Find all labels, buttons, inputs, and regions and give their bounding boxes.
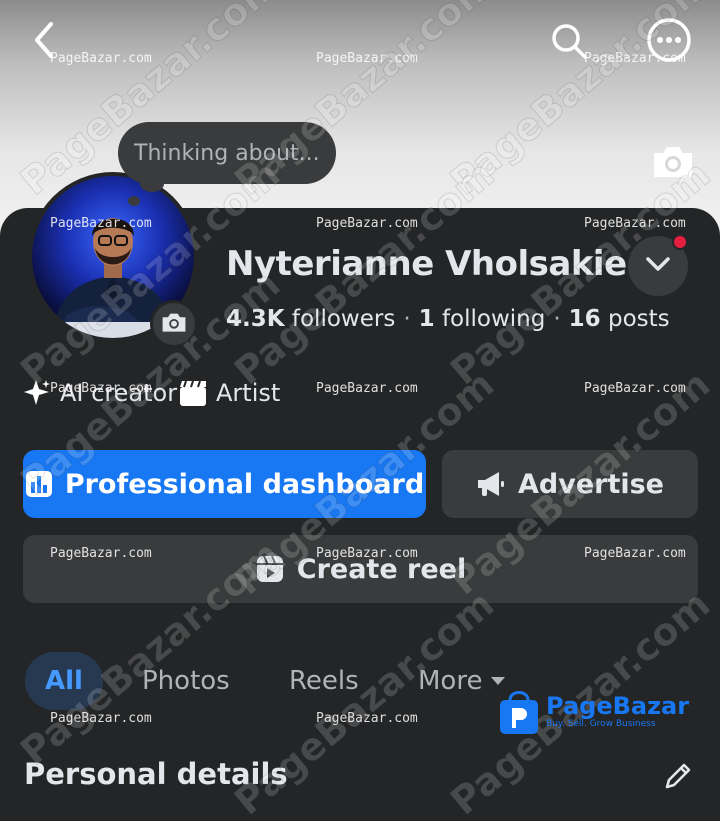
create-reel-label: Create reel xyxy=(296,553,467,585)
followers-link[interactable]: 4.3K followers xyxy=(226,306,395,332)
tab-label: Reels xyxy=(289,666,359,696)
notification-dot xyxy=(672,234,688,250)
create-reel-button[interactable]: Create reel xyxy=(23,535,698,603)
shopping-bag-icon xyxy=(496,686,542,736)
stats-separator: · xyxy=(553,306,561,332)
category-label: AI creator xyxy=(60,379,178,407)
watermark-logo: PageBazar Buy. Sell. Grow Business xyxy=(496,686,689,736)
search-icon xyxy=(549,21,589,65)
stats-separator: · xyxy=(403,306,411,332)
personal-details-title: Personal details xyxy=(24,757,288,791)
tab-photos[interactable]: Photos xyxy=(142,652,230,710)
advertise-label: Advertise xyxy=(518,468,664,500)
clapperboard-icon xyxy=(178,378,208,408)
tab-label: Photos xyxy=(142,666,230,696)
tab-more[interactable]: More xyxy=(418,652,506,710)
advertise-button[interactable]: Advertise xyxy=(442,450,698,518)
sparkle-icon xyxy=(22,378,52,408)
thought-bubble[interactable]: Thinking about... xyxy=(118,122,336,184)
category-tag-artist[interactable]: Artist xyxy=(178,376,280,410)
edit-cover-button[interactable] xyxy=(648,140,698,186)
professional-dashboard-label: Professional dashboard xyxy=(64,468,425,500)
professional-dashboard-button[interactable]: Professional dashboard xyxy=(23,450,426,518)
posts-link[interactable]: 16 posts xyxy=(569,306,670,332)
profile-stats: 4.3K followers · 1 following · 16 posts xyxy=(226,306,670,332)
chevron-left-icon xyxy=(29,20,59,64)
following-link[interactable]: 1 following xyxy=(419,306,546,332)
tab-reels[interactable]: Reels xyxy=(289,652,359,710)
edit-avatar-button[interactable] xyxy=(150,300,198,348)
caret-down-icon xyxy=(490,676,506,686)
following-label: following xyxy=(441,306,546,332)
megaphone-icon xyxy=(476,470,506,498)
watermark-logo-name: PageBazar xyxy=(546,692,690,720)
followers-count: 4.3K xyxy=(226,306,285,332)
thought-bubble-tail xyxy=(140,176,164,192)
camera-icon xyxy=(650,141,696,185)
following-count: 1 xyxy=(418,306,435,332)
back-button[interactable] xyxy=(22,20,66,64)
tab-label: All xyxy=(45,666,83,696)
more-options-button[interactable] xyxy=(646,17,692,67)
chevron-down-icon xyxy=(645,256,671,276)
followers-label: followers xyxy=(291,306,396,332)
tab-all[interactable]: All xyxy=(25,652,103,710)
bar-chart-icon xyxy=(25,470,53,498)
posts-label: posts xyxy=(608,306,670,332)
more-horizontal-icon xyxy=(646,17,692,67)
profile-name: Nyterianne Vholsakie xyxy=(226,244,627,284)
tab-label: More xyxy=(418,666,483,696)
posts-count: 16 xyxy=(568,306,601,332)
category-label: Artist xyxy=(216,379,281,407)
pencil-icon xyxy=(662,760,694,796)
camera-icon xyxy=(160,310,188,338)
edit-details-button[interactable] xyxy=(660,760,696,796)
category-tag-ai-creator[interactable]: AI creator xyxy=(22,376,177,410)
thought-bubble-tail-small xyxy=(128,196,140,206)
reel-icon xyxy=(255,554,285,584)
watermark-logo-tagline: Buy. Sell. Grow Business xyxy=(546,719,656,729)
search-button[interactable] xyxy=(546,20,592,66)
thought-text: Thinking about... xyxy=(134,140,320,166)
